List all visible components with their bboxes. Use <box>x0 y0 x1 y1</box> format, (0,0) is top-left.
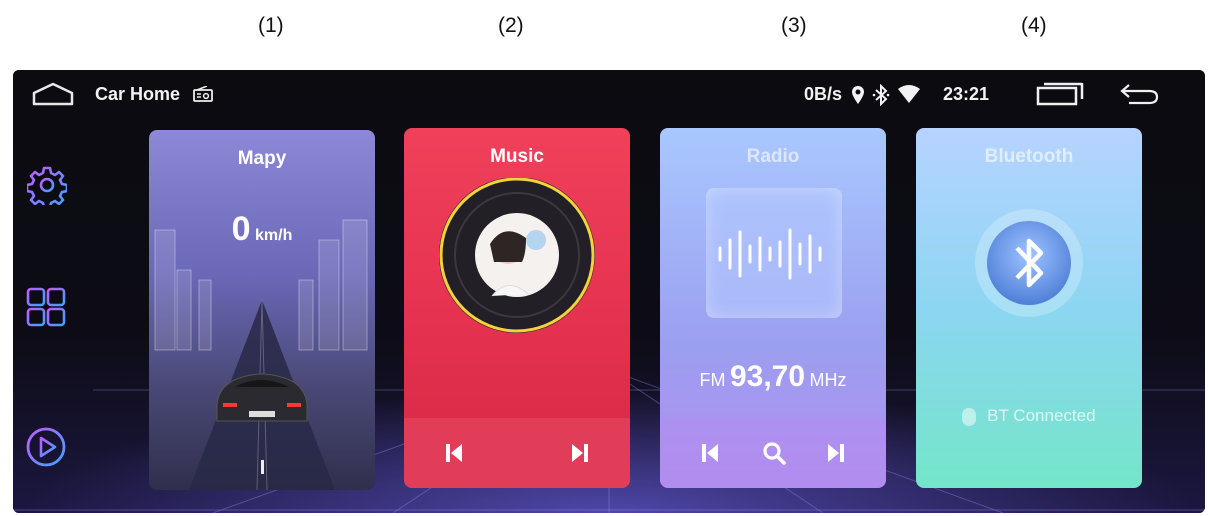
bluetooth-icon <box>872 83 890 111</box>
speed-readout: 0 km/h <box>149 210 375 249</box>
maps-card[interactable]: Mapy 0 km/h <box>149 130 375 490</box>
app-title: Car Home <box>95 84 181 104</box>
bluetooth-card[interactable]: Bluetooth BT Connected <box>916 128 1142 488</box>
settings-icon[interactable] <box>25 165 69 210</box>
radio-wave-tile <box>706 188 842 318</box>
radio-unit: MHz <box>809 370 847 390</box>
search-icon[interactable] <box>754 418 794 488</box>
apps-grid-icon[interactable] <box>26 287 66 332</box>
radio-controls <box>660 418 886 488</box>
play-icon[interactable] <box>25 426 67 473</box>
car <box>216 373 308 422</box>
clock: 23:21 <box>943 84 990 104</box>
caption-3: (3) <box>781 14 807 37</box>
caption-4: (4) <box>1021 14 1047 37</box>
music-card[interactable]: Music <box>404 128 630 488</box>
sound-wave-icon <box>718 228 822 280</box>
radio-title: Radio <box>746 146 800 167</box>
status-bar: Car Home 0B/s 23:21 <box>13 70 1205 120</box>
back-icon[interactable] <box>1119 82 1161 111</box>
speed-value: 0 <box>231 210 251 248</box>
home-icon[interactable] <box>31 82 75 111</box>
album-disc <box>439 178 595 333</box>
bt-status: BT Connected <box>987 406 1096 425</box>
radio-frequency: 93,70 <box>729 360 806 393</box>
maps-title: Mapy <box>237 148 287 169</box>
caption-2: (2) <box>498 14 524 37</box>
radio-icon <box>193 85 213 107</box>
wifi-icon <box>897 84 921 109</box>
prev-icon[interactable] <box>434 418 474 488</box>
network-speed: 0B/s <box>804 84 843 104</box>
next-icon[interactable] <box>816 418 856 488</box>
bluetooth-title: Bluetooth <box>984 146 1074 167</box>
location-icon <box>851 85 865 110</box>
music-controls <box>404 418 630 488</box>
speed-unit: km/h <box>255 227 293 244</box>
head-unit-screen: Car Home 0B/s 23:21 Mapy 0 km/h Music Ra… <box>13 70 1205 513</box>
bluetooth-emblem <box>975 209 1083 317</box>
prev-icon[interactable] <box>690 418 730 488</box>
music-title: Music <box>490 146 544 167</box>
bluetooth-small-icon <box>962 407 977 426</box>
next-icon[interactable] <box>560 418 600 488</box>
radio-card[interactable]: Radio FM 93,70 MHz <box>660 128 886 488</box>
radio-frequency-readout: FM 93,70 MHz <box>660 360 886 394</box>
radio-band: FM <box>699 370 726 390</box>
caption-1: (1) <box>258 14 284 37</box>
sidebar <box>13 120 93 510</box>
recent-apps-icon[interactable] <box>1035 82 1085 111</box>
city-road-illustration <box>154 219 368 490</box>
bt-status-row: BT Connected <box>916 406 1142 426</box>
